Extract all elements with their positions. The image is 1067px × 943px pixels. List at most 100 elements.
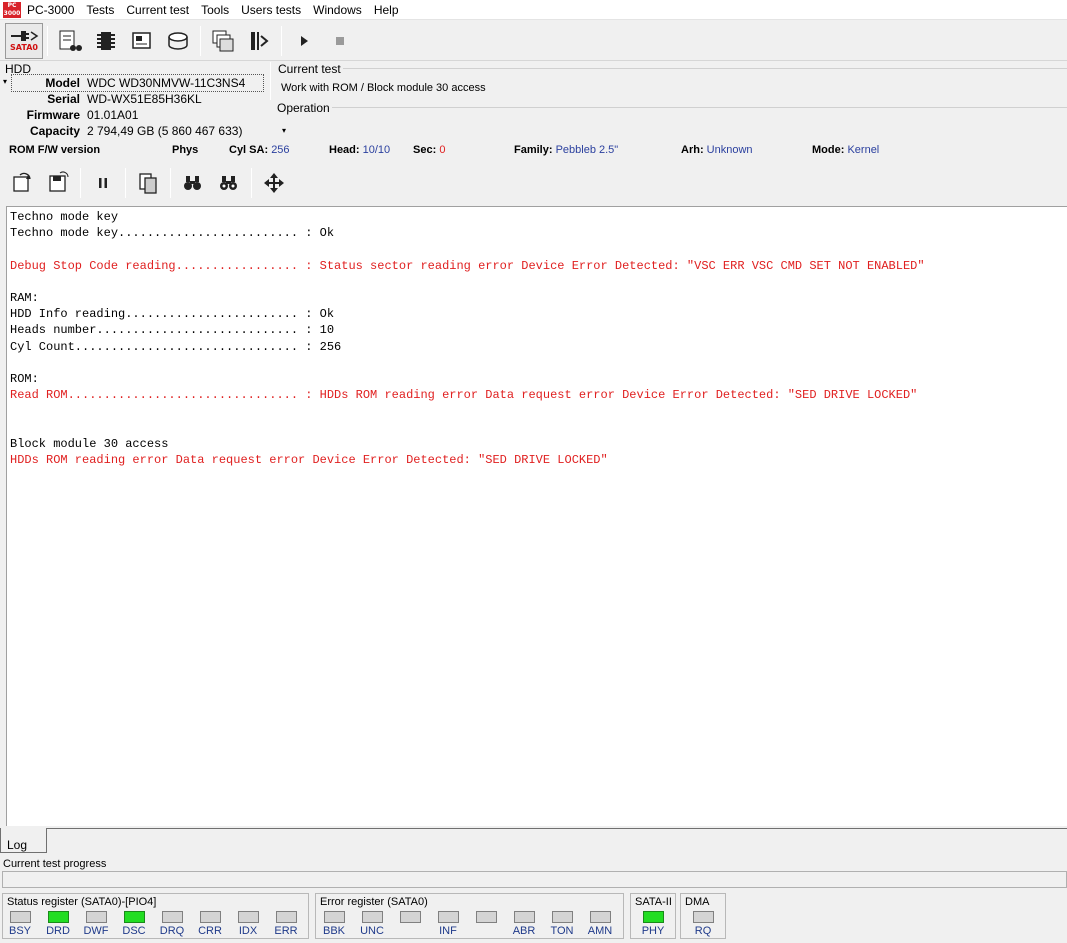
progress-label: Current test progress bbox=[3, 858, 107, 870]
binoculars-icon bbox=[184, 176, 201, 190]
hdd-capacity-label: Capacity bbox=[29, 124, 80, 138]
register-led-amn: AMN bbox=[582, 911, 618, 939]
toolbar-separator bbox=[200, 25, 201, 56]
play-icon bbox=[301, 35, 308, 46]
led-indicator bbox=[642, 911, 664, 923]
sata-port-button[interactable]: SATA0 bbox=[5, 22, 43, 59]
toolbar-separator bbox=[80, 168, 81, 198]
register-led-bsy: BSY bbox=[2, 911, 38, 939]
led-indicator bbox=[589, 911, 611, 923]
register-led-drd: DRD bbox=[40, 911, 76, 939]
tab-log[interactable]: Log bbox=[0, 828, 47, 853]
led-label: RQ bbox=[694, 925, 712, 937]
find-next-button[interactable] bbox=[211, 165, 247, 201]
disk-button[interactable] bbox=[160, 23, 196, 59]
log-line: Heads number............................… bbox=[10, 323, 335, 338]
led-label: UNC bbox=[360, 925, 384, 937]
menu-windows[interactable]: Windows bbox=[307, 0, 368, 20]
head-field: Head: 10/10 bbox=[329, 144, 391, 156]
led-label: ERR bbox=[274, 925, 298, 937]
hdd-firmware-row: Firmware 01.01A01 bbox=[0, 108, 266, 124]
log-line: Techno mode key.........................… bbox=[10, 226, 335, 241]
arh-field: Arh: Unknown bbox=[681, 144, 753, 156]
load-button[interactable] bbox=[4, 165, 40, 201]
navigate-button[interactable] bbox=[256, 165, 292, 201]
sata-port-label: SATA0 bbox=[10, 43, 38, 52]
drive-status-line: ROM F/W version Phys Cyl SA: 256 Head: 1… bbox=[0, 142, 1067, 160]
register-led-inf: INF bbox=[430, 911, 466, 939]
register-led-err: ERR bbox=[268, 911, 304, 939]
disk-icon bbox=[168, 31, 188, 50]
status-register-group: Status register (SATA0)-[PIO4] BSY DRD DWF… bbox=[2, 893, 309, 939]
drive-info-button[interactable] bbox=[124, 23, 160, 59]
arh-value: Unknown bbox=[706, 144, 753, 156]
windows-button[interactable] bbox=[205, 23, 241, 59]
connector-icon bbox=[11, 31, 39, 41]
led-indicator bbox=[399, 911, 421, 923]
led-indicator bbox=[237, 911, 259, 923]
log-line: Techno mode key bbox=[10, 210, 119, 224]
led-indicator bbox=[9, 911, 31, 923]
head-value: 10/10 bbox=[362, 144, 391, 156]
register-led-reserved bbox=[392, 911, 428, 939]
error-register-title: Error register (SATA0) bbox=[320, 896, 428, 908]
dma-register-title: DMA bbox=[685, 896, 710, 908]
led-indicator bbox=[323, 911, 345, 923]
save-log-button[interactable] bbox=[40, 165, 76, 201]
chip-icon bbox=[97, 31, 115, 50]
hdd-firmware-label: Firmware bbox=[26, 108, 80, 122]
stop-button[interactable] bbox=[322, 23, 358, 59]
toolbar-separator bbox=[47, 25, 48, 56]
led-indicator bbox=[275, 911, 297, 923]
app-title: PC-3000 bbox=[27, 2, 75, 17]
phys-label: Phys bbox=[172, 144, 199, 156]
register-led-idx: IDX bbox=[230, 911, 266, 939]
led-label: DSC bbox=[122, 925, 146, 937]
hdd-model-row: Model WDC WD30NMVW-11C3NS4 bbox=[0, 76, 266, 92]
drive-info-icon bbox=[132, 31, 151, 49]
led-indicator bbox=[47, 911, 69, 923]
chevron-down-icon[interactable]: ▾ bbox=[282, 126, 286, 135]
menu-help[interactable]: Help bbox=[368, 0, 405, 20]
log-line: Read ROM................................… bbox=[10, 388, 918, 403]
log-output[interactable]: Techno mode key Techno mode key..........… bbox=[6, 206, 1067, 826]
register-led-abr: ABR bbox=[506, 911, 542, 939]
pause-button[interactable] bbox=[85, 165, 121, 201]
heads-map-icon bbox=[251, 31, 269, 50]
rom-fw-label: ROM F/W version bbox=[9, 144, 101, 156]
led-indicator bbox=[513, 911, 535, 923]
operation-title: Operation bbox=[277, 101, 330, 115]
led-label: CRR bbox=[198, 925, 222, 937]
register-led-drq: DRQ bbox=[154, 911, 190, 939]
log-line: Block module 30 access bbox=[10, 436, 169, 451]
menu-current-test[interactable]: Current test bbox=[120, 0, 195, 20]
family-value: Pebbleb 2.5" bbox=[555, 144, 619, 156]
led-label: BSY bbox=[8, 925, 31, 937]
toolbar-separator bbox=[125, 168, 126, 198]
led-label: PHY bbox=[641, 925, 665, 937]
chip-button[interactable] bbox=[88, 23, 124, 59]
hdd-capacity-row: Capacity 2 794,49 GB (5 860 467 633) bbox=[0, 124, 266, 140]
led-indicator bbox=[161, 911, 183, 923]
find-button[interactable] bbox=[175, 165, 211, 201]
operation-group: Operation ▾ bbox=[270, 101, 1067, 140]
hdd-serial-row: Serial WD-WX51E85H36KL bbox=[0, 92, 266, 108]
menu-bar: PC 3000 PC-3000 Tests Current test Tools … bbox=[0, 0, 1067, 20]
led-label: BBK bbox=[322, 925, 345, 937]
led-label: DRD bbox=[46, 925, 70, 937]
menu-tools[interactable]: Tools bbox=[195, 0, 235, 20]
heads-map-button[interactable] bbox=[241, 23, 277, 59]
menu-users-tests[interactable]: Users tests bbox=[235, 0, 307, 20]
test-report-button[interactable] bbox=[52, 23, 88, 59]
menu-tests[interactable]: Tests bbox=[80, 0, 120, 20]
log-line: RAM: bbox=[10, 291, 39, 305]
sec-value: 0 bbox=[439, 144, 446, 156]
play-button[interactable] bbox=[286, 23, 322, 59]
toolbar-separator bbox=[251, 168, 252, 198]
led-indicator bbox=[199, 911, 221, 923]
register-led-reserved bbox=[468, 911, 504, 939]
dma-register-group: DMA RQ bbox=[680, 893, 726, 939]
copy-button[interactable] bbox=[130, 165, 166, 201]
hdd-info-panel: HDD ▾ Model WDC WD30NMVW-11C3NS4 Serial … bbox=[0, 62, 266, 140]
hdd-serial-label: Serial bbox=[47, 92, 80, 106]
